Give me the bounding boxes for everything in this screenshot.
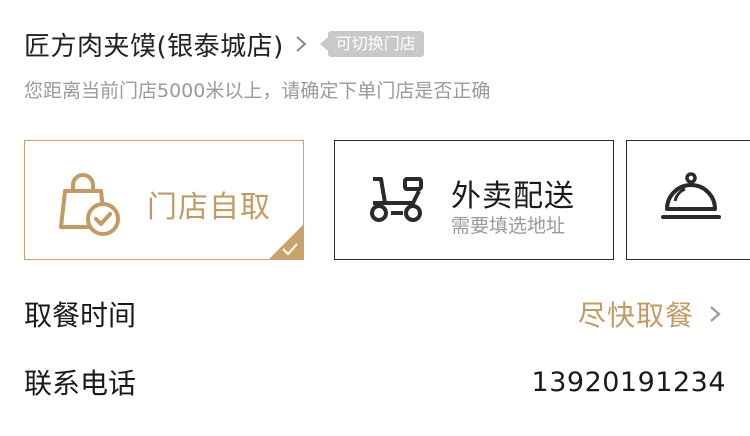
shopping-bag-check-icon — [59, 173, 120, 236]
store-name[interactable]: 匠方肉夹馍(银泰城店) — [24, 26, 284, 63]
pickup-time-label: 取餐时间 — [24, 299, 137, 332]
pickup-time-value[interactable]: 尽快取餐 — [578, 294, 694, 334]
order-type-dinein-card[interactable] — [626, 140, 750, 260]
chevron-right-icon[interactable] — [294, 34, 314, 54]
scooter-icon — [370, 177, 423, 222]
food-cloche-icon — [661, 172, 721, 219]
pickup-time-selector[interactable]: 尽快取餐 — [578, 294, 726, 334]
pickup-label: 门店自取 — [147, 190, 271, 225]
order-type-delivery-card[interactable]: 外卖配送 需要填选地址 — [334, 140, 614, 260]
store-header[interactable]: 匠方肉夹馍(银泰城店) 可切换门店 — [24, 26, 424, 62]
switch-store-tag[interactable]: 可切换门店 — [319, 31, 424, 57]
distance-notice: 您距离当前门店5000米以上，请确定下单门店是否正确 — [24, 80, 491, 102]
selected-check-icon — [269, 225, 303, 259]
contact-phone-row[interactable]: 联系电话 13920191234 — [24, 360, 726, 404]
delivery-sublabel: 需要填选地址 — [451, 215, 566, 237]
order-type-selector: 门店自取 外卖配送 需要填选地址 — [24, 140, 750, 260]
contact-phone-label: 联系电话 — [24, 367, 137, 400]
order-type-pickup-card[interactable]: 门店自取 — [24, 140, 304, 260]
pickup-time-row[interactable]: 取餐时间 尽快取餐 — [24, 292, 726, 336]
delivery-label: 外卖配送 — [451, 179, 575, 214]
chevron-right-icon[interactable] — [704, 302, 726, 326]
contact-phone-value[interactable]: 13920191234 — [532, 367, 726, 398]
